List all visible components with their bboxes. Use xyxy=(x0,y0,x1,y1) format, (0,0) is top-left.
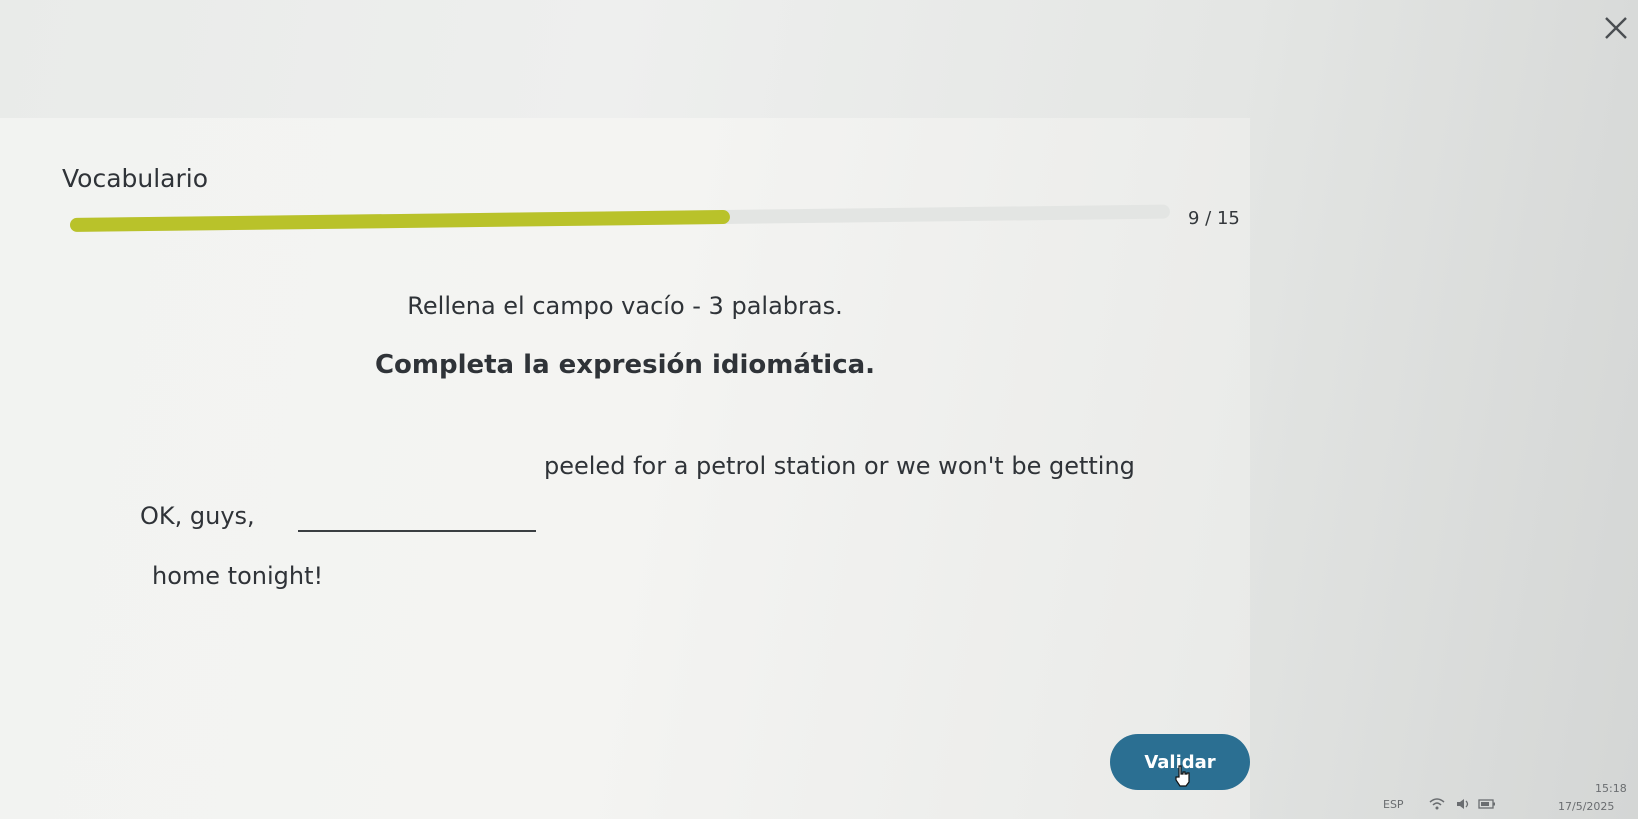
exercise-subtitle: Completa la expresión idiomática. xyxy=(374,350,876,380)
volume-icon[interactable] xyxy=(1455,796,1473,812)
progress-count: 9 / 15 xyxy=(1188,208,1240,229)
hand-cursor-icon xyxy=(1175,765,1190,787)
sentence-start: OK, guys, xyxy=(140,502,255,530)
language-indicator[interactable]: ESP xyxy=(1383,798,1404,811)
battery-icon[interactable] xyxy=(1478,798,1496,810)
close-button[interactable] xyxy=(1598,10,1634,46)
clock-date[interactable]: 17/5/2025 xyxy=(1558,800,1614,813)
close-icon xyxy=(1605,17,1627,39)
wifi-icon[interactable] xyxy=(1428,796,1446,812)
instruction-text: Rellena el campo vacío - 3 palabras. xyxy=(407,292,843,320)
clock-time[interactable]: 15:18 xyxy=(1595,782,1627,795)
sentence-middle: peeled for a petrol station or we won't … xyxy=(544,452,1135,480)
sentence-end: home tonight! xyxy=(152,562,324,590)
answer-input[interactable] xyxy=(298,500,536,532)
system-taskbar: ESP 15:18 17/5/2025 xyxy=(1250,760,1638,819)
page-title: Vocabulario xyxy=(62,164,209,193)
